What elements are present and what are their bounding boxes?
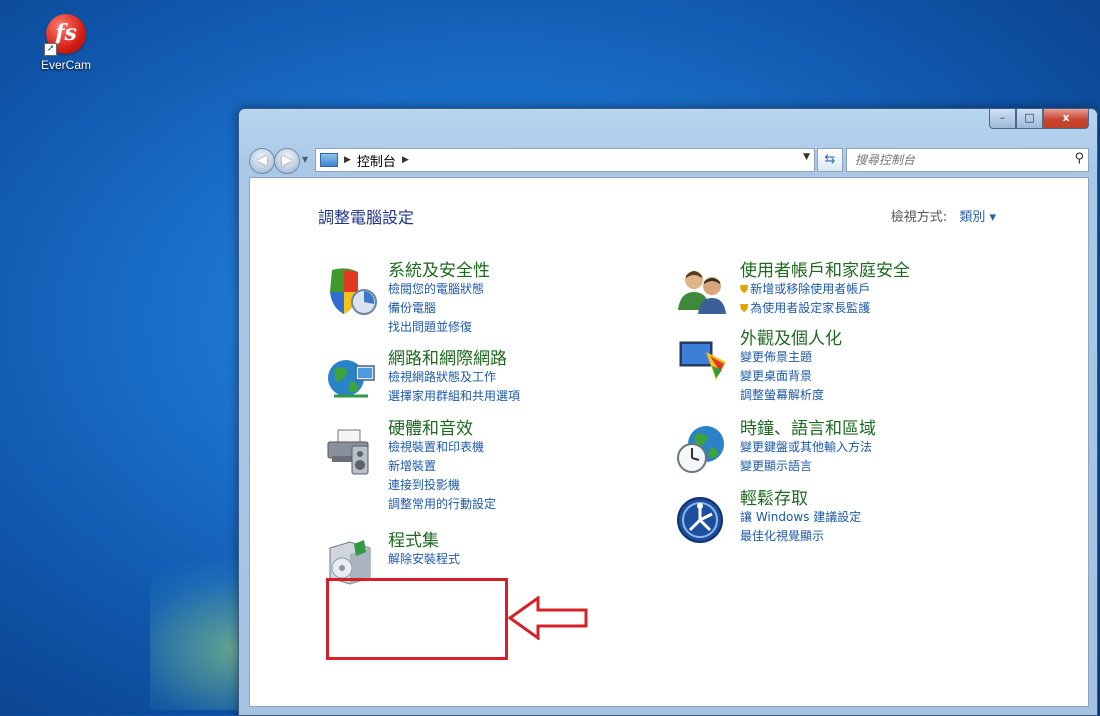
link-adjust-resolution[interactable]: 調整螢幕解析度 — [740, 386, 824, 405]
link-parental-controls[interactable]: ⛊ 為使用者設定家長監護 — [740, 299, 870, 318]
globe-clock-icon[interactable] — [676, 422, 730, 476]
link-devices-printers[interactable]: 檢視裝置和印表機 — [388, 438, 496, 457]
category-title[interactable]: 外觀及個人化 — [740, 324, 842, 349]
breadcrumb-separator-icon[interactable]: ▶ — [344, 155, 351, 165]
breadcrumb-separator-icon[interactable]: ▶ — [402, 155, 409, 165]
annotation-arrow-icon — [508, 596, 588, 640]
close-button[interactable]: x — [1043, 109, 1089, 129]
uac-shield-icon: ⛊ — [740, 302, 749, 315]
minimize-button[interactable]: – — [989, 109, 1016, 129]
link-change-input-methods[interactable]: 變更鍵盤或其他輸入方法 — [740, 438, 872, 457]
back-button[interactable]: ◀ — [249, 148, 275, 174]
link-find-fix-problems[interactable]: 找出問題並修復 — [388, 318, 484, 337]
link-change-desktop-background[interactable]: 變更桌面背景 — [740, 367, 824, 386]
maximize-button[interactable]: □ — [1016, 109, 1043, 129]
link-mobility-settings[interactable]: 調整常用的行動設定 — [388, 495, 496, 514]
category-title[interactable]: 時鐘、語言和區域 — [740, 414, 876, 439]
link-change-display-language[interactable]: 變更顯示語言 — [740, 457, 872, 476]
page-title: 調整電腦設定 — [318, 208, 415, 227]
link-view-network-status[interactable]: 檢視網路狀態及工作 — [388, 368, 520, 387]
link-windows-suggest-settings[interactable]: 讓 Windows 建議設定 — [740, 508, 861, 527]
evercam-logo-icon: fs ↗ — [44, 14, 86, 56]
category-title[interactable]: 網路和網際網路 — [388, 344, 507, 369]
link-add-remove-accounts[interactable]: ⛊ 新增或移除使用者帳戶 — [740, 280, 870, 299]
monitor-palette-icon[interactable] — [676, 332, 730, 386]
view-by-dropdown[interactable]: 類別 ▾ — [959, 210, 996, 225]
link-check-computer-status[interactable]: 檢閱您的電腦狀態 — [388, 280, 484, 299]
address-dropdown-icon[interactable]: ▼ — [803, 152, 810, 162]
category-title[interactable]: 輕鬆存取 — [740, 484, 808, 509]
view-by: 檢視方式: 類別 ▾ — [891, 206, 996, 225]
link-uninstall-program[interactable]: 解除安裝程式 — [388, 550, 460, 569]
forward-button[interactable]: ▶ — [274, 148, 300, 174]
shield-icon[interactable] — [324, 264, 378, 318]
window-controls: – □ x — [989, 109, 1089, 129]
ease-of-access-icon[interactable] — [676, 492, 730, 546]
link-connect-projector[interactable]: 連接到投影機 — [388, 476, 496, 495]
category-title[interactable]: 程式集 — [388, 526, 439, 551]
link-optimize-visual-display[interactable]: 最佳化視覺顯示 — [740, 527, 861, 546]
users-icon[interactable] — [676, 264, 730, 318]
desktop-icon-label: EverCam — [40, 58, 91, 72]
link-change-theme[interactable]: 變更佈景主題 — [740, 348, 824, 367]
control-panel-window: – □ x ◀ ▶ ▼ ▶ 控制台 ▶ ▼ ⇆ ⚲ 調整電腦設定 檢視方式: 類… — [238, 108, 1098, 716]
category-title[interactable]: 硬體和音效 — [388, 414, 473, 439]
link-homegroup-sharing[interactable]: 選擇家用群組和共用選項 — [388, 387, 520, 406]
control-panel-icon — [320, 153, 338, 167]
link-backup-computer[interactable]: 備份電腦 — [388, 299, 484, 318]
annotation-highlight-box — [326, 578, 508, 660]
refresh-button[interactable]: ⇆ — [817, 148, 843, 172]
search-icon[interactable]: ⚲ — [1074, 151, 1084, 166]
control-panel-content: 調整電腦設定 檢視方式: 類別 ▾ 系統及安全性 檢閱您的電腦狀態 備份電腦 找… — [249, 177, 1089, 707]
printer-speaker-icon[interactable] — [324, 422, 378, 476]
address-bar[interactable]: ▶ 控制台 ▶ ▼ — [315, 148, 815, 172]
network-globe-icon[interactable] — [324, 352, 378, 406]
link-add-device[interactable]: 新增裝置 — [388, 457, 496, 476]
category-title[interactable]: 系統及安全性 — [388, 256, 490, 281]
search-input[interactable] — [853, 149, 1057, 171]
recent-pages-dropdown[interactable]: ▼ — [302, 155, 308, 164]
search-box[interactable]: ⚲ — [846, 148, 1089, 172]
desktop-shortcut-evercam[interactable]: fs ↗ EverCam — [40, 14, 92, 72]
category-title[interactable]: 使用者帳戶和家庭安全 — [740, 256, 910, 281]
uac-shield-icon: ⛊ — [740, 283, 749, 296]
view-by-label: 檢視方式: — [890, 210, 948, 225]
navigation-toolbar: ◀ ▶ ▼ ▶ 控制台 ▶ ▼ ⇆ ⚲ — [249, 147, 1089, 174]
shortcut-arrow-icon: ↗ — [44, 43, 57, 56]
breadcrumb-control-panel[interactable]: 控制台 — [357, 151, 396, 170]
